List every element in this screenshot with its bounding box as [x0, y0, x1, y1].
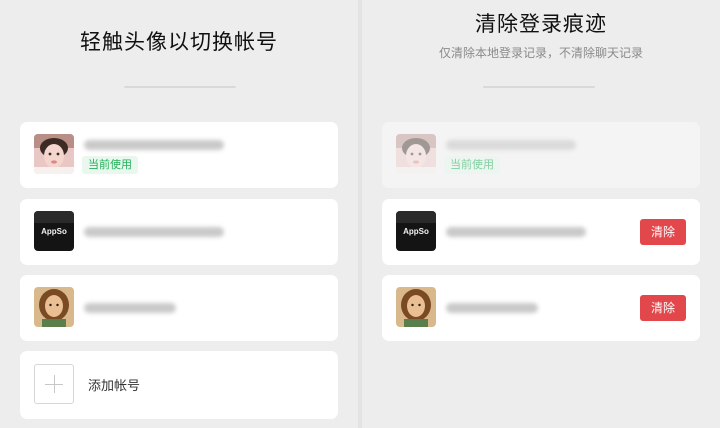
appso-logo-avatar-icon: AppSo	[396, 211, 436, 251]
avatar: AppSo	[396, 211, 436, 251]
page-title: 清除登录痕迹	[475, 12, 607, 36]
add-account-label: 添加帐号	[88, 379, 141, 394]
account-card: 清除	[382, 275, 700, 341]
account-card-current[interactable]: 当前使用	[20, 122, 338, 188]
account-card-current: 当前使用	[382, 122, 700, 188]
divider	[124, 86, 236, 88]
account-card[interactable]	[20, 275, 338, 341]
plus-icon	[34, 364, 74, 404]
account-name-blurred	[84, 227, 224, 237]
status-badge: 当前使用	[82, 156, 138, 174]
account-card[interactable]: AppSo	[20, 199, 338, 265]
girl-photo-avatar-icon	[34, 134, 74, 174]
avatar	[396, 287, 436, 327]
switch-account-panel: 轻触头像以切换帐号 当前使用 AppSo 添加帐号	[0, 0, 358, 428]
account-name-blurred	[84, 140, 224, 150]
clear-button[interactable]: 清除	[640, 219, 686, 245]
page-subtitle: 仅清除本地登录记录，不清除聊天记录	[438, 46, 643, 60]
account-name-blurred	[446, 140, 576, 150]
divider	[483, 86, 595, 88]
avatar	[396, 134, 436, 174]
avatar[interactable]	[34, 134, 74, 174]
account-name-blurred	[446, 227, 586, 237]
clear-button[interactable]: 清除	[640, 295, 686, 321]
account-name-blurred	[446, 303, 538, 313]
account-card: AppSo 清除	[382, 199, 700, 265]
appso-logo-avatar-icon: AppSo	[34, 211, 74, 251]
add-account-button[interactable]: 添加帐号	[20, 351, 338, 419]
illustrated-woman-avatar-icon	[396, 287, 436, 327]
illustrated-woman-avatar-icon	[34, 287, 74, 327]
clear-login-panel: 清除登录痕迹 仅清除本地登录记录，不清除聊天记录 当前使用 AppSo 清除 清…	[362, 0, 720, 428]
girl-photo-avatar-icon	[396, 134, 436, 174]
appso-logo-text: AppSo	[403, 227, 429, 236]
status-badge: 当前使用	[444, 156, 500, 174]
account-name-blurred	[84, 303, 176, 313]
avatar[interactable]	[34, 287, 74, 327]
avatar[interactable]: AppSo	[34, 211, 74, 251]
appso-logo-text: AppSo	[41, 227, 67, 236]
page-title: 轻触头像以切换帐号	[80, 30, 278, 54]
